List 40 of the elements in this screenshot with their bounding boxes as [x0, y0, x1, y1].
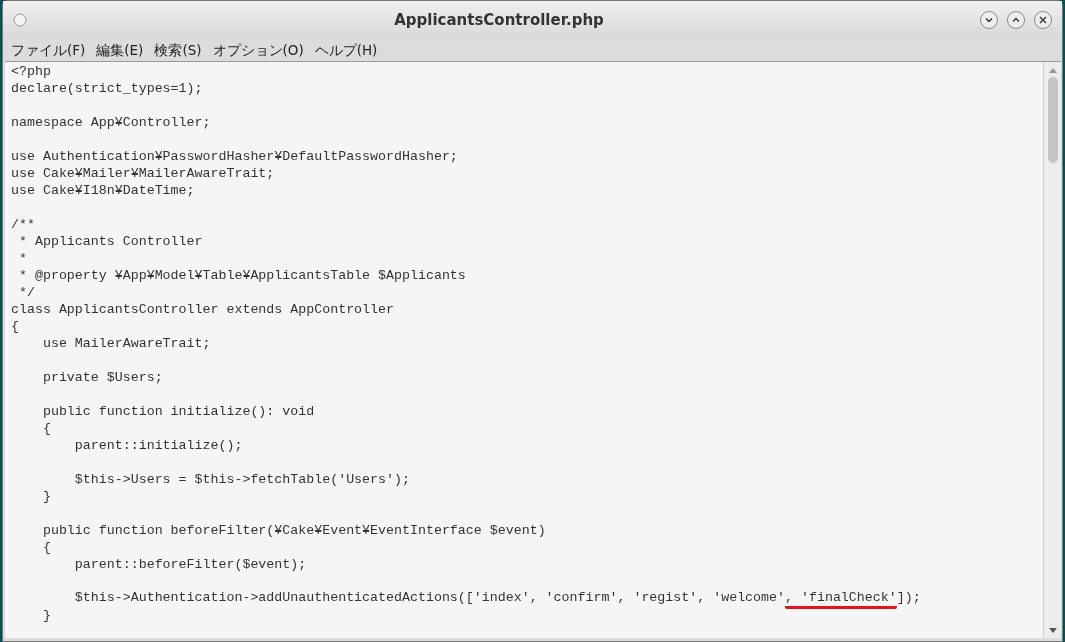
code-line: *: [17, 251, 27, 266]
scroll-down-icon[interactable]: [1048, 628, 1057, 634]
code-line: {: [41, 421, 51, 436]
code-line: parent::initialize();: [73, 438, 243, 453]
window-title: ApplicantsController.php: [393, 9, 605, 31]
code-line: use Authentication¥PasswordHasher¥DefaultPasswordHasher;: [11, 149, 458, 164]
menu-item[interactable]: ファイル(F): [11, 39, 86, 61]
code-line: public function beforeFilter(¥Cake¥Event¥EventInterface $event): [41, 523, 546, 538]
code-line: $this->Users = $this->fetchTable('Users');: [73, 472, 410, 487]
close-button[interactable]: [1034, 11, 1052, 29]
scrollbar-thumb[interactable]: [1047, 77, 1058, 163]
code-line: /**: [11, 217, 35, 232]
code-line: use Cake¥Mailer¥MailerAwareTrait;: [11, 166, 275, 181]
code-line: private $Users;: [41, 370, 163, 385]
code-line: * Applicants Controller: [17, 234, 203, 249]
code-line: * @property ¥App¥Model¥Table¥ApplicantsTable $Applicants: [17, 268, 466, 283]
minimize-button[interactable]: [980, 11, 998, 29]
code-line: {: [41, 540, 51, 555]
code-line: class ApplicantsController extends AppController: [11, 302, 394, 317]
code-line: $this->Authentication->addUnauthenticatedActions(['index', 'confirm', 'regist', 'welcome', 'finalCheck']);: [11, 591, 921, 606]
menu-item[interactable]: ヘルプ(H): [314, 39, 378, 61]
code-line: {: [11, 319, 19, 334]
code-line: }: [41, 608, 51, 623]
chevron-down-icon: [985, 17, 993, 23]
window-icon: [13, 13, 27, 27]
code-line: */: [17, 285, 35, 300]
code-line: namespace App¥Controller;: [11, 115, 211, 130]
menu-item[interactable]: オプション(O): [212, 39, 304, 61]
code-line: parent::beforeFilter($event);: [73, 557, 307, 572]
code-line: <?php: [11, 64, 51, 79]
menu-item[interactable]: 編集(E): [96, 39, 144, 61]
chevron-up-icon: [1012, 17, 1020, 23]
menu-item[interactable]: 検索(S): [154, 39, 202, 61]
code-line: use MailerAwareTrait;: [41, 336, 211, 351]
code-line: declare(strict_types=1);: [11, 81, 203, 96]
close-icon: [1039, 16, 1047, 24]
code-line: use Cake¥I18n¥DateTime;: [11, 183, 195, 198]
code-line: public function initialize(): void: [41, 404, 315, 419]
maximize-button[interactable]: [1007, 11, 1025, 29]
code-line: }: [41, 489, 51, 504]
